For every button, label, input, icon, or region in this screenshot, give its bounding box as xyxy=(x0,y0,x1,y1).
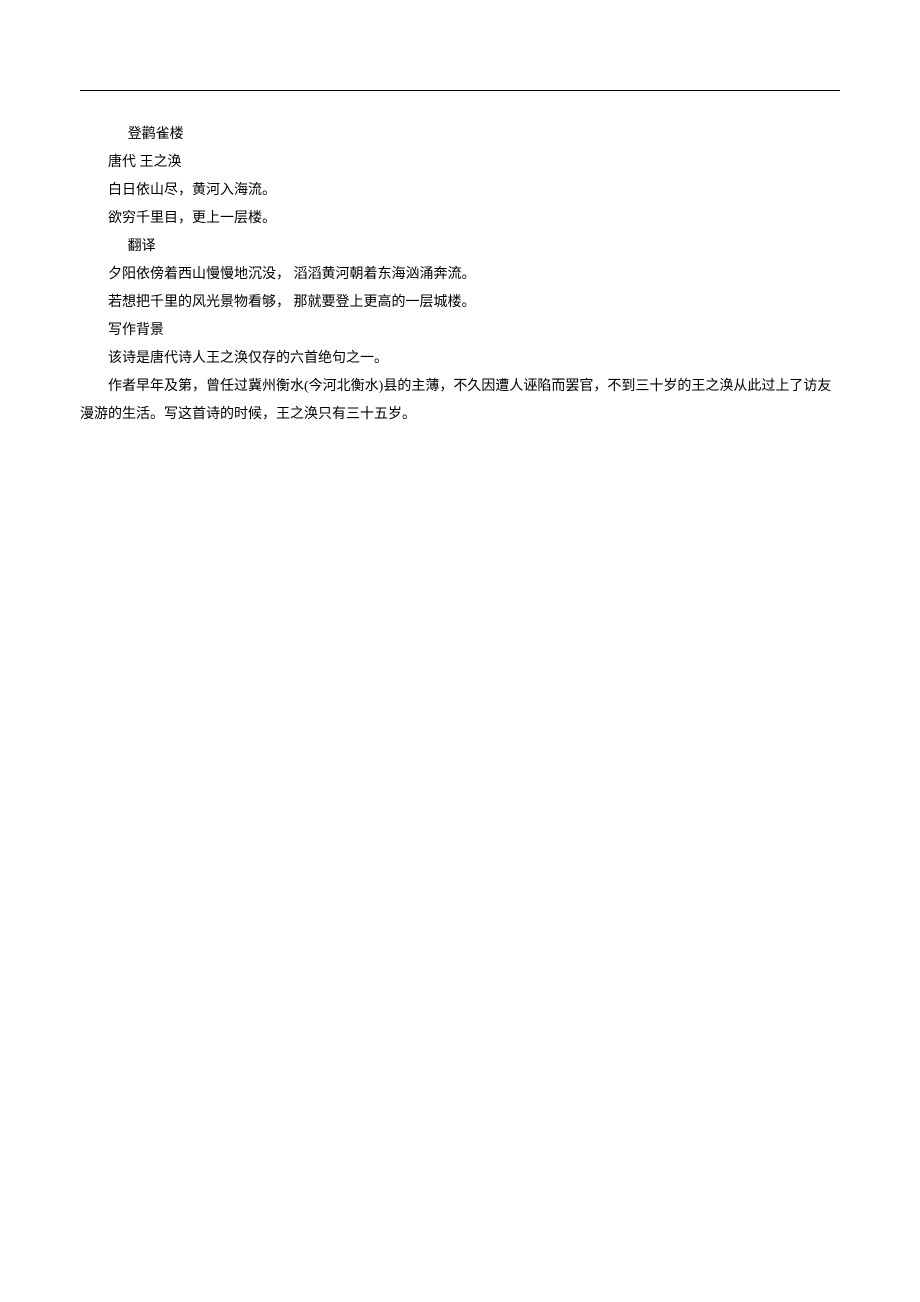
background-paragraph-1: 该诗是唐代诗人王之涣仅存的六首绝句之一。 xyxy=(80,345,840,373)
poem-line-2: 欲穷千里目，更上一层楼。 xyxy=(80,205,840,233)
background-paragraph-2-text: 作者早年及第，曾任过冀州衡水(今河北衡水)县的主薄，不久因遭人诬陷而罢官，不到三… xyxy=(80,373,840,429)
translation-heading: 翻译 xyxy=(80,233,840,261)
poem-line-1: 白日依山尽，黄河入海流。 xyxy=(80,177,840,205)
translation-line-1: 夕阳依傍着西山慢慢地沉没， 滔滔黄河朝着东海汹涌奔流。 xyxy=(80,261,840,289)
poem-byline: 唐代 王之涣 xyxy=(80,149,840,177)
background-paragraph-2: 作者早年及第，曾任过冀州衡水(今河北衡水)县的主薄，不久因遭人诬陷而罢官，不到三… xyxy=(80,373,840,429)
background-heading: 写作背景 xyxy=(80,317,840,345)
poem-title: 登鹳雀楼 xyxy=(80,121,840,149)
horizontal-rule xyxy=(80,90,840,91)
translation-line-2: 若想把千里的风光景物看够， 那就要登上更高的一层城楼。 xyxy=(80,289,840,317)
